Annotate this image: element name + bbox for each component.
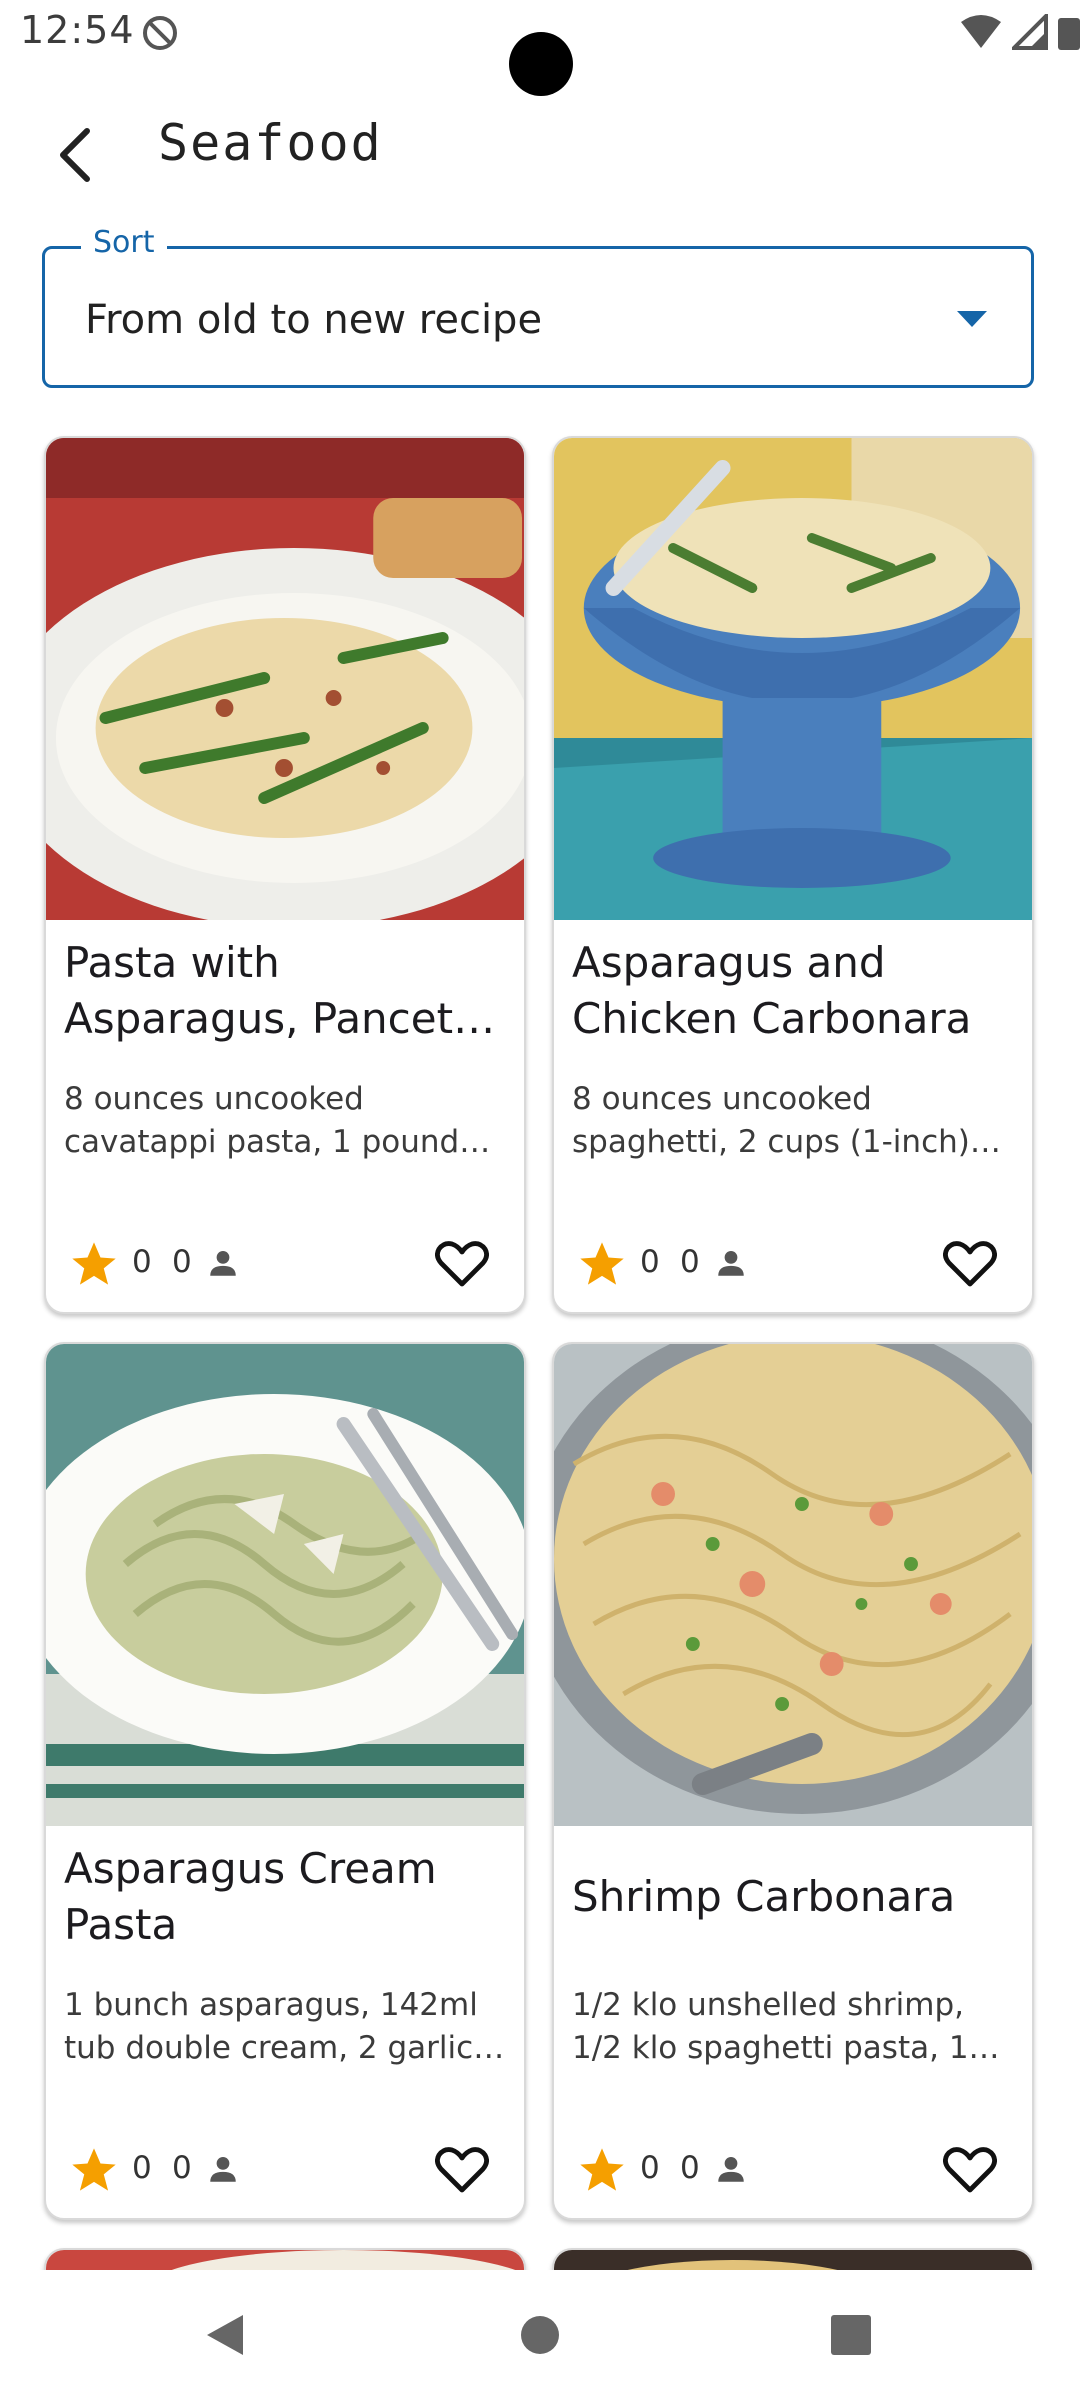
recipe-description: 8 ounces uncooked spaghetti, 2 cups (1-i… [572,1081,970,1160]
recipe-title: Asparagus and Chicken Carbonara [572,938,972,1043]
rating-value: 0 [132,2150,152,2186]
recipe-card[interactable]: Shrimp Carbonara 1/2 klo unshelled shrim… [552,1342,1034,2220]
recipe-image [46,1344,524,1826]
nav-recents-button[interactable] [816,2300,886,2370]
recipe-card-partial[interactable] [44,2248,526,2270]
rating-value: 0 [132,1244,152,1280]
recipe-image [46,438,524,920]
users-count: 0 [680,2150,700,2186]
person-icon [718,1250,744,1276]
recipe-image [554,438,1032,920]
recipe-card[interactable]: Pasta with Asparagus, Pancetta, and Pine… [44,436,526,1314]
recipe-image [554,1344,1032,1826]
star-icon [72,2148,116,2191]
favorite-button[interactable] [430,1232,494,1296]
users-count: 0 [172,1244,192,1280]
favorite-button[interactable] [430,2138,494,2202]
recipe-footer: 0 0 [68,1232,508,1296]
rating-value: 0 [640,2150,660,2186]
recipe-title: Shrimp Carbonara [572,1872,956,1921]
recipe-grid: Pasta with Asparagus, Pancetta, and Pine… [0,0,1080,2270]
star-icon [72,1242,116,1285]
favorite-button[interactable] [938,1232,1002,1296]
recipe-card-partial[interactable] [552,2248,1034,2270]
users-count: 0 [172,2150,192,2186]
recipe-card[interactable]: Asparagus and Chicken Carbonara 8 ounces… [552,436,1034,1314]
square-recents-icon [831,2315,871,2355]
recipe-footer: 0 0 [576,1232,1016,1296]
recipe-title: Pasta with Asparagus, Pancetta, and Pine… [64,938,509,1043]
users-count: 0 [680,1244,700,1280]
person-icon [718,2156,744,2182]
recipe-description: 8 ounces uncooked cavatappi pasta, 1 pou… [64,1081,460,1160]
star-icon [580,1242,624,1285]
triangle-back-icon [207,2315,243,2355]
star-icon [580,2148,624,2191]
favorite-button[interactable] [938,2138,1002,2202]
recipe-description: 1/2 klo unshelled shrimp, 1/2 klo spaghe… [572,1987,969,2066]
recipe-title: Asparagus Cream Pasta [64,1844,437,1949]
heart-outline-icon [943,1241,997,1287]
person-icon [210,1250,236,1276]
person-icon [210,2156,236,2182]
heart-outline-icon [943,2147,997,2193]
recipe-footer: 0 0 [68,2138,508,2202]
recipe-footer: 0 0 [576,2138,1016,2202]
recipe-card[interactable]: Asparagus Cream Pasta 1 bunch asparagus,… [44,1342,526,2220]
nav-back-button[interactable] [190,2300,260,2370]
system-navigation-bar [0,2270,1080,2400]
recipe-description: 1 bunch asparagus, 142ml tub double crea… [64,1987,478,2066]
heart-outline-icon [435,2147,489,2193]
nav-home-button[interactable] [505,2300,575,2370]
rating-value: 0 [640,1244,660,1280]
circle-home-icon [521,2316,559,2354]
heart-outline-icon [435,1241,489,1287]
recipe-image [46,2250,524,2270]
recipe-image [554,2250,1032,2270]
